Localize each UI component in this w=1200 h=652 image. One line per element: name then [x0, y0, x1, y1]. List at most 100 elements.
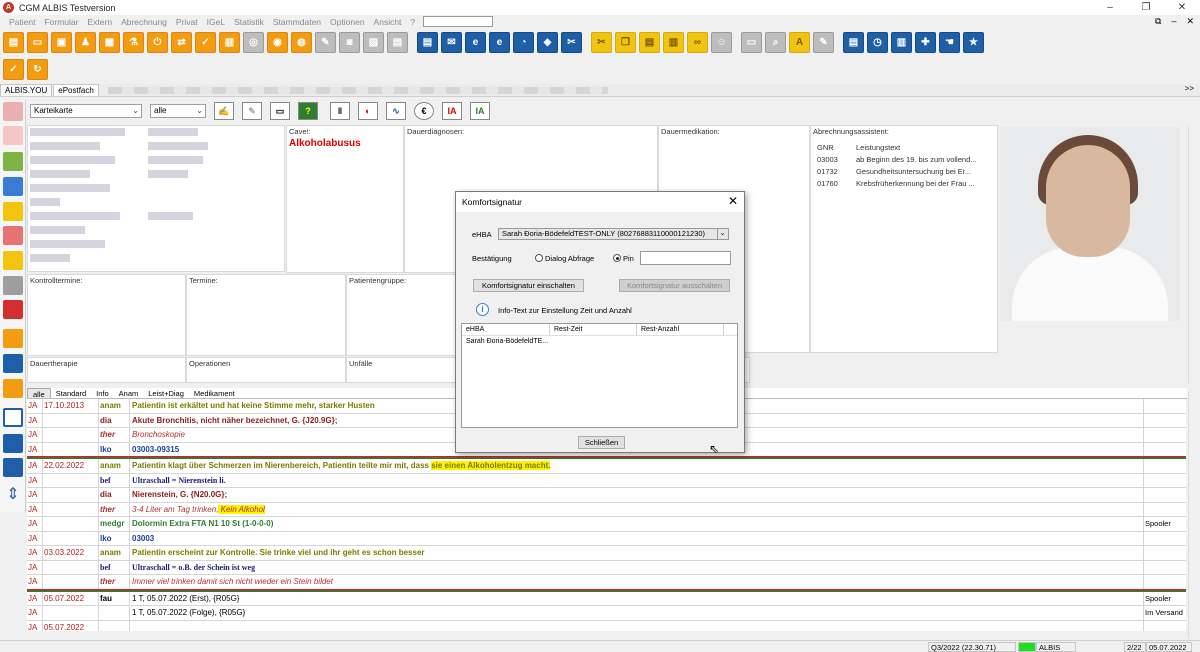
menu-statistik[interactable]: Statistik — [234, 17, 264, 27]
checklist-icon[interactable]: ✓ — [195, 32, 216, 53]
filter-tab-standard[interactable]: Standard — [51, 388, 91, 398]
book-icon[interactable]: ▥ — [663, 32, 684, 53]
journal-row[interactable]: JA medgr Dolormin Extra FTA N1 10 St (1-0-… — [27, 517, 1186, 532]
filter-tab-alle[interactable]: alle — [27, 388, 51, 399]
menu-ansicht[interactable]: Ansicht — [374, 17, 402, 27]
font-icon[interactable]: A — [789, 32, 810, 53]
form-pen-icon[interactable]: ✍ — [214, 102, 234, 120]
scanner-icon[interactable]: ◎ — [243, 32, 264, 53]
telematik-icon[interactable]: ✂ — [561, 32, 582, 53]
journal-row[interactable]: JA 1 T, 05.07.2022 (Folge), {R05G} Im Vers… — [27, 606, 1186, 621]
calendar-icon[interactable]: ▥ — [219, 32, 240, 53]
tab-epostfach[interactable]: ePostfach — [53, 84, 99, 96]
frame-full-icon[interactable] — [3, 458, 23, 477]
schliessen-button[interactable]: Schließen — [578, 436, 625, 449]
menu-abrechnung[interactable]: Abrechnung — [121, 17, 167, 27]
binoculars-icon[interactable]: ∞ — [687, 32, 708, 53]
journal-row[interactable]: JA bef Ultraschall = Nierenstein li. — [27, 474, 1186, 488]
euro-coin-icon[interactable]: € — [414, 102, 434, 120]
journal-row[interactable]: JA 22.02.2022 anam Patientin klagt über Sch… — [27, 459, 1186, 474]
contact-card-icon[interactable]: ▤ — [387, 32, 408, 53]
layout-blue-icon[interactable] — [3, 354, 23, 373]
radio-dialog-abfrage[interactable] — [535, 254, 543, 262]
journal-scrollbar[interactable] — [1188, 392, 1198, 638]
menu-stammdaten[interactable]: Stammdaten — [273, 17, 321, 27]
ehba-select[interactable]: Sarah Ðoria-BödefeldTEST-ONLY (802768831… — [498, 228, 729, 240]
ia-red-icon[interactable]: IA — [442, 102, 462, 120]
filter-tab-anam[interactable]: Anam — [114, 388, 144, 398]
filter-tab-leist-diag[interactable]: Leist+Diag — [143, 388, 189, 398]
document-list-icon[interactable]: ▤ — [843, 32, 864, 53]
chat-icon[interactable]: ◔ — [513, 32, 534, 53]
journal-row[interactable]: JA dia Nierenstein, G. {N20.0G}; — [27, 488, 1186, 503]
family-icon[interactable]: ♟ — [75, 32, 96, 53]
mail-icon[interactable]: ✉ — [441, 32, 462, 53]
copy-icon[interactable]: ❐ — [615, 32, 636, 53]
ia-green-icon[interactable]: IA — [470, 102, 490, 120]
journal-row[interactable]: JA ther Immer viel trinken damit sich nich… — [27, 575, 1186, 590]
print-form-icon[interactable]: ▭ — [270, 102, 290, 120]
journal-row[interactable]: JA 05.07.2022 fau 1 T, 05.07.2022 (Erst), {… — [27, 592, 1186, 606]
check-circle-icon[interactable]: ✓ — [3, 58, 24, 80]
menu-extern[interactable]: Extern — [87, 17, 112, 27]
power-icon[interactable]: ⏻ — [147, 32, 168, 53]
medication-icon[interactable]: ◐ — [358, 102, 378, 120]
document-red-icon[interactable] — [3, 300, 23, 319]
help-green-icon[interactable]: ? — [298, 102, 318, 120]
patient-list-icon[interactable] — [3, 102, 23, 121]
close-button[interactable]: ✕ — [1164, 0, 1200, 15]
journal-row[interactable]: JA 05.07.2022 — [27, 621, 1186, 632]
card-green-icon[interactable] — [3, 152, 23, 171]
tab-overflow-button[interactable]: >> — [1185, 84, 1194, 93]
printer-icon[interactable]: ▭ — [741, 32, 762, 53]
restore-button[interactable]: ❐ — [1128, 0, 1164, 15]
p-blue-icon[interactable] — [3, 177, 23, 196]
patient-card-icon[interactable]: ▦ — [99, 32, 120, 53]
clock-icon[interactable]: ◷ — [867, 32, 888, 53]
komfortsignatur-einschalten-button[interactable]: Komfortsignatur einschalten — [473, 279, 584, 292]
taxi-icon[interactable] — [3, 276, 23, 295]
menu-search-input[interactable] — [423, 16, 494, 27]
report-icon[interactable]: ▤ — [417, 32, 438, 53]
edok-icon[interactable]: ▣ — [51, 32, 72, 53]
open-book-icon[interactable]: ▥ — [891, 32, 912, 53]
menu-help[interactable]: ? — [410, 17, 415, 27]
abrechnung-row[interactable]: 01732 Gesundheitsuntersuchung bei Er... — [813, 166, 995, 178]
upper-scrollbar[interactable] — [1188, 125, 1198, 383]
child-restore-icon[interactable]: ⧉ — [1155, 15, 1161, 28]
syringe-icon[interactable] — [3, 379, 23, 398]
komfortsignatur-ausschalten-button[interactable]: Komfortsignatur ausschalten — [619, 279, 730, 292]
abrechnung-row[interactable]: 03003 ab Beginn des 19. bis zum vollend.… — [813, 154, 995, 166]
tab-albis-you[interactable]: ALBIS.YOU — [0, 84, 53, 96]
transfer-arrows-icon[interactable]: ⇄ — [171, 32, 192, 53]
frame-outline-icon[interactable] — [3, 408, 23, 427]
minimize-button[interactable]: – — [1092, 0, 1128, 15]
archive-icon[interactable]: ◍ — [291, 32, 312, 53]
edit-disabled-icon[interactable]: ✎ — [242, 102, 262, 120]
hand-icon[interactable]: ☚ — [939, 32, 960, 53]
notes-pen-icon[interactable]: ✎ — [315, 32, 336, 53]
open-folder-icon[interactable]: ▭ — [27, 32, 48, 53]
face-icon[interactable]: ☺ — [711, 32, 732, 53]
menu-optionen[interactable]: Optionen — [330, 17, 365, 27]
p-orange-icon[interactable] — [3, 329, 23, 348]
journal-row[interactable]: JA ther 3-4 Liter am Tag trinken, Kein Alk… — [27, 503, 1186, 517]
stamp-icon[interactable]: ◉ — [267, 32, 288, 53]
filter-tab-info[interactable]: Info — [91, 388, 114, 398]
refresh-person-icon[interactable]: ↻ — [27, 58, 48, 80]
calendar-yellow-icon[interactable] — [3, 251, 23, 270]
journal-row[interactable]: JA bef Ultraschall = o.B. der Schein ist w… — [27, 561, 1186, 575]
ecg-icon[interactable]: ∿ — [386, 102, 406, 120]
list-item[interactable]: Sarah Ðoria-BödefeldTE... — [462, 336, 737, 348]
abrechnung-row[interactable]: 01760 Krebsfrüherkennung bei der Frau ..… — [813, 178, 995, 190]
journal-row[interactable]: JA 03.03.2022 anam Patientin erscheint zur … — [27, 546, 1186, 561]
eservice-back-icon[interactable]: e — [489, 32, 510, 53]
signature-icon[interactable]: ✎ — [813, 32, 834, 53]
menu-igel[interactable]: IGeL — [207, 17, 225, 27]
child-close-icon[interactable]: ✕ — [1186, 15, 1194, 28]
journal-row[interactable]: JA lko 03003 — [27, 532, 1186, 546]
frame-half-icon[interactable] — [3, 434, 23, 453]
menu-patient[interactable]: Patient — [9, 17, 35, 27]
medical-kit-icon[interactable]: ✚ — [915, 32, 936, 53]
eservice-forward-icon[interactable]: e — [465, 32, 486, 53]
